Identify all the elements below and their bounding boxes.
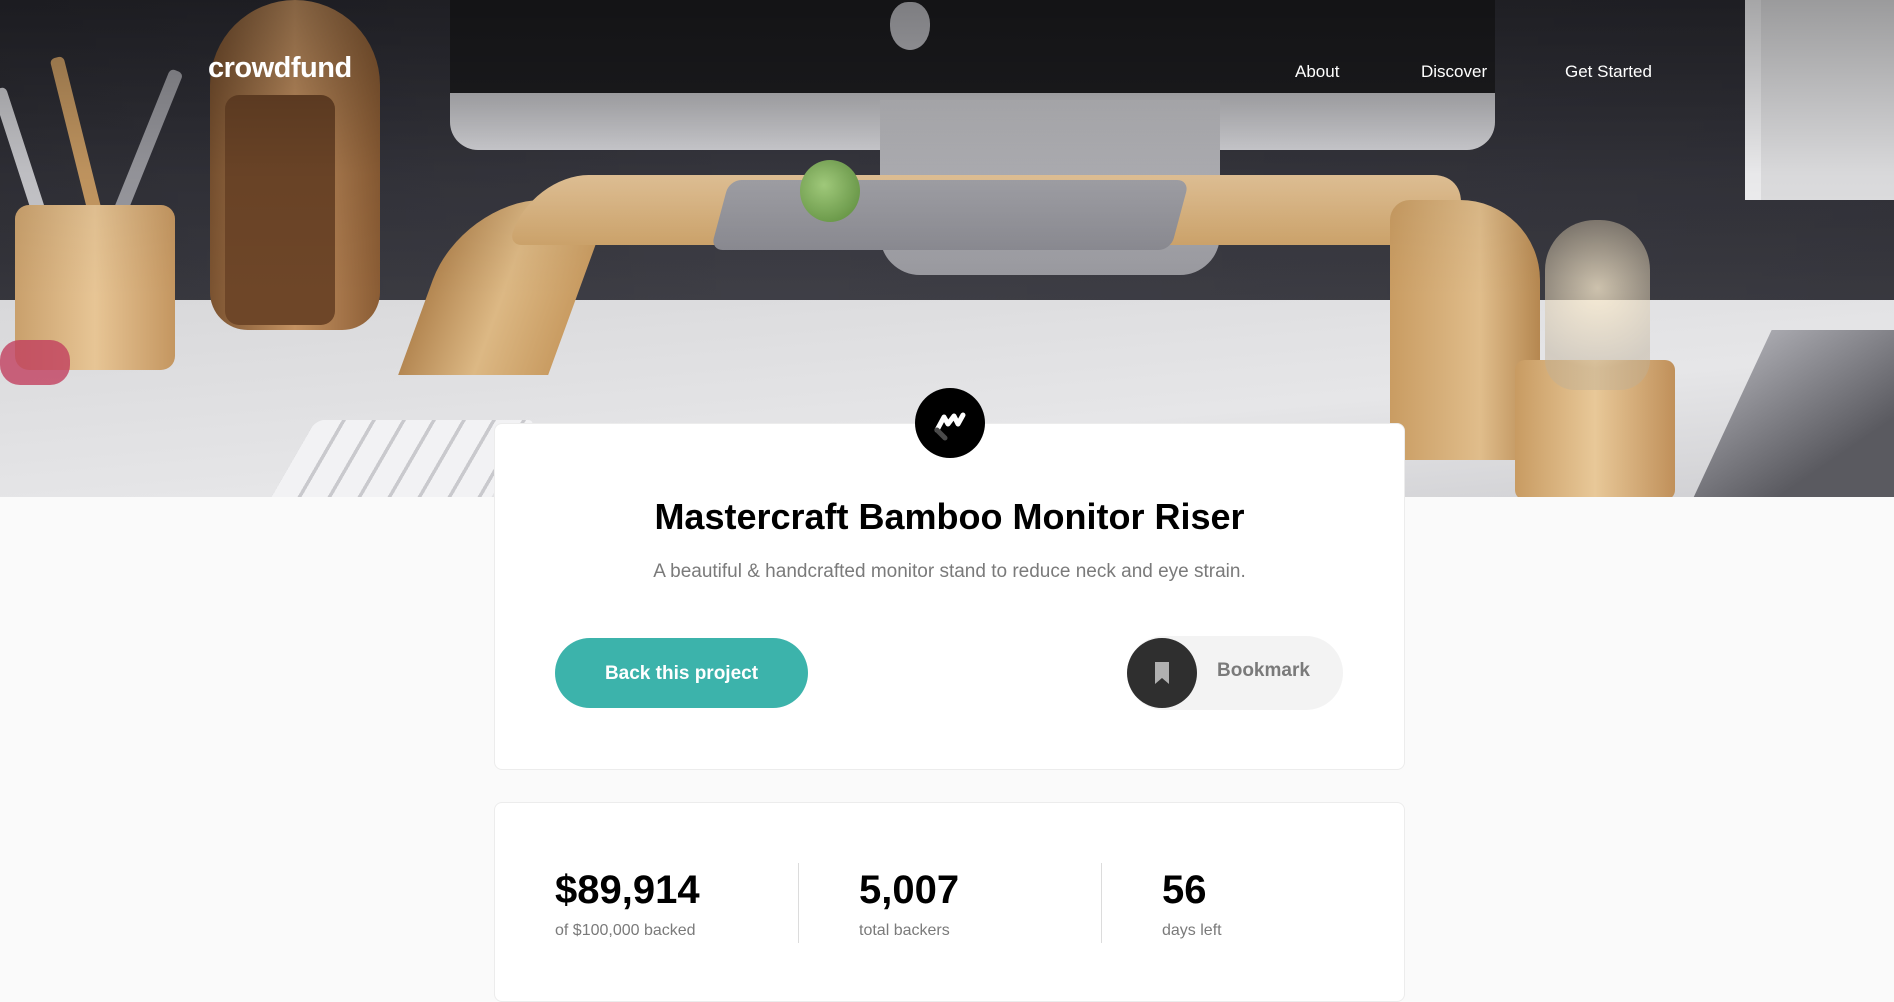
project-title: Mastercraft Bamboo Monitor Riser bbox=[654, 496, 1245, 537]
stat-backers-value: 5,007 bbox=[859, 868, 960, 912]
nav-get-started[interactable]: Get Started bbox=[1565, 62, 1652, 82]
stat-divider bbox=[1101, 863, 1102, 943]
stat-backed-label: of $100,000 backed bbox=[555, 922, 696, 939]
bookmark-button[interactable]: Bookmark bbox=[1127, 636, 1343, 710]
project-description: A beautiful & handcrafted monitor stand … bbox=[653, 561, 1246, 582]
stat-backers-label: total backers bbox=[859, 922, 950, 939]
stat-divider bbox=[798, 863, 799, 943]
back-project-button[interactable]: Back this project bbox=[555, 638, 808, 708]
stat-days-label: days left bbox=[1162, 922, 1222, 939]
site-logo[interactable]: crowdfund bbox=[208, 52, 352, 85]
bookmark-label: Bookmark bbox=[1217, 660, 1310, 681]
nav-about[interactable]: About bbox=[1295, 62, 1339, 82]
stat-days-value: 56 bbox=[1162, 868, 1207, 912]
stat-backed-value: $89,914 bbox=[555, 868, 700, 912]
mastercraft-logo-icon bbox=[915, 388, 985, 458]
project-card bbox=[494, 423, 1405, 770]
bookmark-icon bbox=[1127, 638, 1197, 708]
nav-discover[interactable]: Discover bbox=[1421, 62, 1487, 82]
